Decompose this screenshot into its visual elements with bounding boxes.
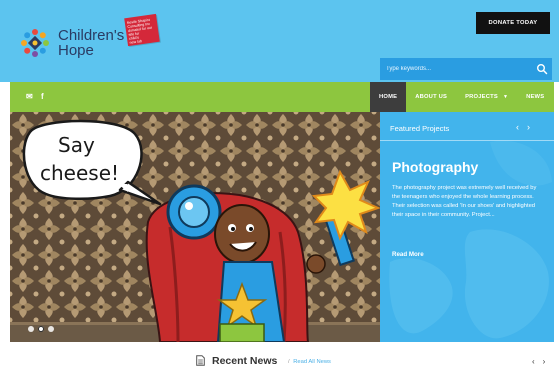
slider-dot[interactable]: [28, 326, 34, 332]
hero-slider[interactable]: Say cheese!: [10, 112, 380, 342]
read-more-link[interactable]: Read More: [392, 251, 424, 258]
nav-item-home[interactable]: HOME: [370, 82, 407, 112]
recent-news-title: Recent News: [212, 355, 278, 367]
brand-line-1: Children's: [58, 27, 125, 44]
chevron-left-icon[interactable]: ‹: [532, 357, 535, 366]
separator: /: [288, 359, 290, 365]
divider: [380, 140, 554, 141]
search-icon[interactable]: [536, 63, 548, 75]
slider-dot-active[interactable]: [38, 326, 44, 332]
speech-text-line-2: cheese!: [40, 161, 119, 185]
nav-label: ABOUT US: [415, 94, 448, 100]
site-header: Children's Hope Nevile Shapiro Consultin…: [0, 0, 559, 82]
slider-dots: [28, 326, 54, 332]
speech-text-line-1: Say: [58, 133, 95, 157]
world-map-graphic: [389, 140, 552, 339]
nav-label: HOME: [379, 94, 398, 100]
nav-label: NEWS: [526, 94, 545, 100]
featured-nav: ‹ ›: [516, 122, 530, 132]
nav-item-projects[interactable]: PROJECTS ▼: [456, 82, 517, 112]
logo-icon[interactable]: [18, 26, 52, 60]
chevron-down-icon: ▼: [502, 94, 509, 100]
recent-news-header: Recent News / Read All News ‹ ›: [0, 350, 559, 374]
featured-heading: Featured Projects: [390, 124, 450, 133]
chevron-right-icon[interactable]: ›: [543, 357, 546, 366]
read-all-news-label: Read All News: [293, 359, 331, 365]
nav-menu: HOME ABOUT US PROJECTS ▼ NEWS: [370, 82, 553, 112]
featured-title[interactable]: Photography: [392, 159, 478, 175]
email-icon[interactable]: ✉: [26, 93, 35, 101]
brand-line-2: Hope: [58, 42, 94, 59]
read-all-news-link[interactable]: / Read All News: [288, 359, 331, 365]
nav-item-news[interactable]: NEWS: [517, 82, 553, 112]
page: Children's Hope Nevile Shapiro Consultin…: [0, 0, 559, 374]
chevron-right-icon[interactable]: ›: [527, 122, 530, 132]
sponsor-note: Nevile Shapiro Consulting Inc donated fo…: [124, 13, 160, 47]
document-icon: [196, 355, 205, 366]
social-links: ✉ f: [26, 93, 50, 101]
donate-button[interactable]: DONATE TODAY: [476, 12, 550, 34]
facebook-icon[interactable]: f: [41, 93, 50, 101]
news-nav: ‹ ›: [532, 357, 545, 366]
featured-projects-panel: Featured Projects ‹ › Photography The ph…: [380, 112, 554, 342]
slider-dot[interactable]: [48, 326, 54, 332]
chevron-left-icon[interactable]: ‹: [516, 122, 519, 132]
featured-description: The photography project was extremely we…: [392, 185, 537, 218]
hero-illustration: Say cheese!: [10, 112, 380, 342]
nav-item-about-us[interactable]: ABOUT US: [406, 82, 456, 112]
search-input[interactable]: [386, 62, 531, 76]
brand-name[interactable]: Children's Hope: [58, 28, 124, 58]
nav-label: PROJECTS: [465, 94, 498, 100]
search-bar: [380, 58, 552, 80]
main-nav: ✉ f HOME ABOUT US PROJECTS ▼ NEWS: [10, 82, 554, 112]
